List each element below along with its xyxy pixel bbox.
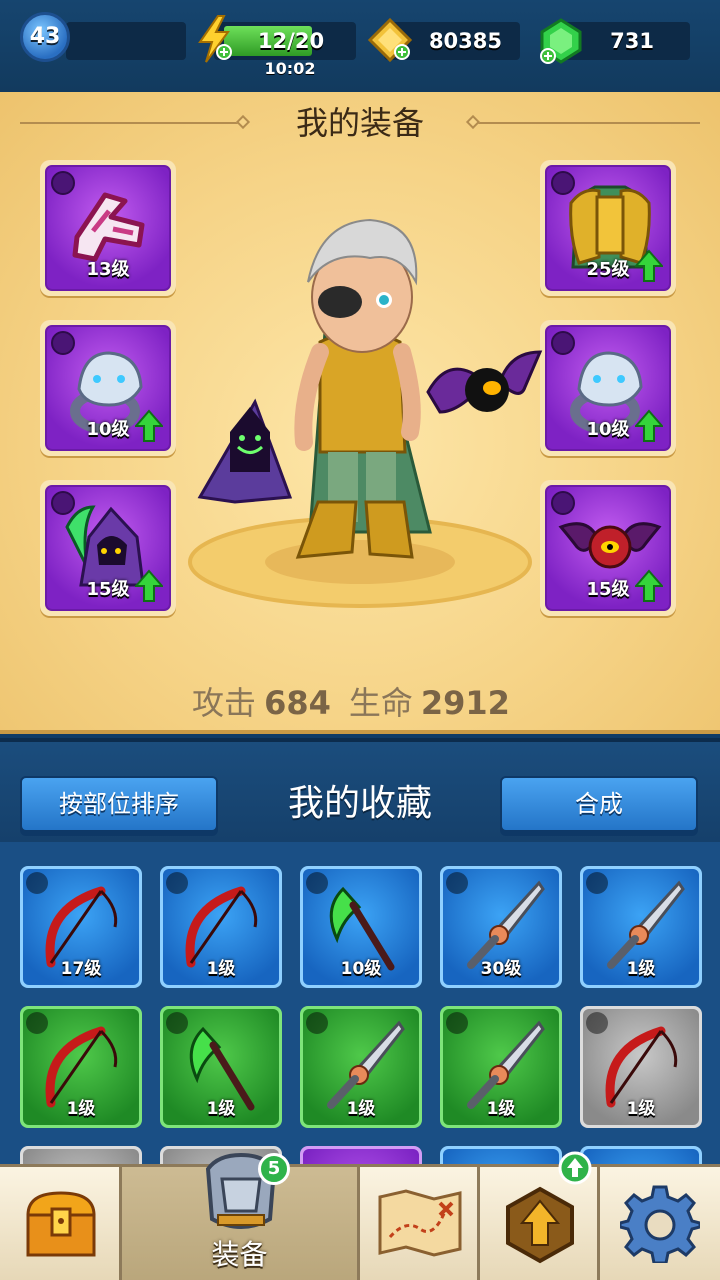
collection-grid[interactable]: 17级 1级 10级 30级 1级 1级 1级 1级 1级 1级 (0, 842, 720, 1164)
nav-upgrade-button[interactable] (480, 1151, 600, 1280)
equip-slot-ring-left[interactable]: 10级 (40, 320, 176, 456)
hp-label: 生命 (348, 684, 413, 722)
treasure-chest-icon (26, 1191, 96, 1257)
item-level-label: 1级 (66, 1099, 96, 1119)
equip-slot-pet-right[interactable]: 15级 (540, 480, 676, 616)
sort-by-slot-button[interactable]: 按部位排序 (20, 776, 218, 832)
collection-header: 按部位排序 我的收藏 合成 (0, 738, 720, 842)
slot-level-label: 25级 (586, 259, 630, 280)
collection-item[interactable] (20, 1146, 142, 1164)
collection-item[interactable]: 1级 (580, 1006, 702, 1128)
player-level-badge[interactable]: 43 (20, 12, 70, 62)
notification-up-icon (558, 1151, 592, 1185)
collection-item[interactable]: 1级 (160, 866, 282, 988)
item-level-label: 1级 (486, 1099, 516, 1119)
slot-level-label: 10级 (586, 419, 630, 440)
energy-value: 12/20 (257, 29, 325, 53)
item-level-label: 1级 (206, 1099, 236, 1119)
item-level-label: 10级 (340, 959, 382, 979)
hero-stats: 攻击 684 生命 2912 (0, 678, 720, 724)
attack-value: 684 (264, 684, 331, 722)
equip-slot-ring-right[interactable]: 10级 (540, 320, 676, 456)
collection-item[interactable]: 1级 (580, 866, 702, 988)
collection-item[interactable]: 1级 (20, 1006, 142, 1128)
equip-slot-weapon[interactable]: 13级 (40, 160, 176, 296)
collection-item[interactable] (300, 1146, 422, 1164)
item-level-label: 30级 (480, 959, 522, 979)
equipment-badge: 5 (258, 1153, 290, 1185)
level-progress-track (66, 22, 186, 60)
energy-counter[interactable]: 12/20 (214, 22, 356, 60)
map-icon (378, 1189, 462, 1257)
slot-level-label: 15级 (586, 579, 630, 600)
bottom-navigation: 5 装备 (0, 1151, 720, 1280)
nav-map-button[interactable] (360, 1167, 480, 1280)
merge-button[interactable]: 合成 (500, 776, 698, 832)
slot-level-label: 10级 (86, 419, 130, 440)
upgrade-arrow-icon (506, 1186, 574, 1264)
collection-item[interactable]: 1级 (300, 1006, 422, 1128)
item-level-label: 1级 (626, 1099, 656, 1119)
collection-title: 我的收藏 (287, 783, 432, 824)
green-gem-icon (540, 18, 582, 64)
item-level-label: 1级 (626, 959, 656, 979)
slot-level-label: 13级 (86, 259, 130, 280)
item-level-label: 17级 (60, 959, 102, 979)
equip-slot-pet-left[interactable]: 15级 (40, 480, 176, 616)
top-resource-bar: 43 12/20 10:02 80385 731 (0, 0, 720, 92)
collection-item[interactable]: 30级 (440, 866, 562, 988)
nav-settings-button[interactable] (600, 1167, 720, 1280)
equipment-panel: 我的装备 13级 10级 15级 25级 10级 15级 攻击 684 生命 2… (0, 92, 720, 734)
gold-ticket-icon (367, 17, 413, 63)
equipment-title: 我的装备 (295, 104, 424, 142)
energy-refill-timer: 10:02 (264, 59, 316, 78)
collection-item[interactable]: 17级 (20, 866, 142, 988)
settings-gear-icon (620, 1185, 700, 1263)
collection-item[interactable]: 1级 (160, 1006, 282, 1128)
collection-item[interactable] (580, 1146, 702, 1164)
slot-level-label: 15级 (86, 579, 130, 600)
lightning-bolt-icon (198, 15, 232, 63)
collection-item[interactable] (440, 1146, 562, 1164)
nav-equipment-button[interactable]: 5 装备 (122, 1152, 360, 1280)
equip-slot-armor[interactable]: 25级 (540, 160, 676, 296)
collection-item[interactable]: 10级 (300, 866, 422, 988)
nav-chest-button[interactable] (0, 1167, 122, 1280)
hero-character-display (188, 218, 543, 608)
item-level-label: 1级 (346, 1099, 376, 1119)
nav-equipment-label: 装备 (211, 1238, 268, 1271)
collection-item[interactable]: 1级 (440, 1006, 562, 1128)
hp-value: 2912 (420, 684, 510, 722)
attack-label: 攻击 (192, 684, 257, 722)
item-level-label: 1级 (206, 959, 236, 979)
